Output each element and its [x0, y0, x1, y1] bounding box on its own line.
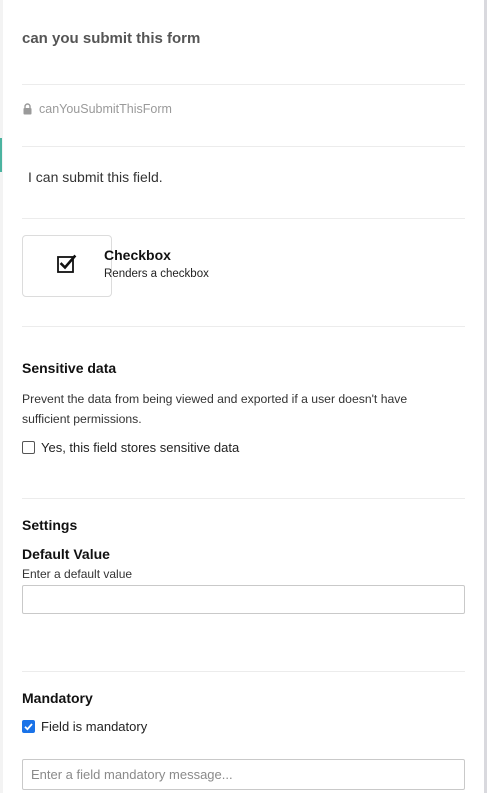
- sensitive-data-heading: Sensitive data: [22, 360, 117, 376]
- sensitive-data-checkbox-label: Yes, this field stores sensitive data: [41, 440, 240, 455]
- divider: [22, 218, 465, 219]
- divider: [22, 498, 465, 499]
- left-edge-accent: [0, 138, 2, 172]
- lock-icon: [22, 103, 33, 115]
- default-value-label: Default Value: [22, 546, 110, 562]
- divider: [22, 671, 465, 672]
- mandatory-message-input[interactable]: [22, 759, 465, 790]
- field-key-row: canYouSubmitThisForm: [22, 102, 172, 116]
- settings-heading: Settings: [22, 517, 78, 533]
- field-type-name: Checkbox: [104, 247, 171, 263]
- field-label[interactable]: I can submit this field.: [28, 169, 163, 185]
- divider: [22, 146, 465, 147]
- checkmark-icon: [24, 723, 33, 731]
- checkbox-icon: [56, 253, 78, 280]
- default-value-input[interactable]: [22, 585, 465, 614]
- mandatory-heading: Mandatory: [22, 690, 93, 706]
- field-key: canYouSubmitThisForm: [39, 102, 172, 116]
- sensitive-data-description: Prevent the data from being viewed and e…: [22, 392, 408, 426]
- field-title: can you submit this form: [22, 30, 201, 47]
- mandatory-checkbox[interactable]: [22, 720, 35, 733]
- mandatory-checkbox-label: Field is mandatory: [41, 719, 148, 734]
- divider: [22, 326, 465, 327]
- field-type-card[interactable]: [22, 235, 112, 297]
- mandatory-option[interactable]: Field is mandatory: [22, 719, 147, 734]
- default-value-hint: Enter a default value: [22, 567, 133, 581]
- sensitive-data-checkbox[interactable]: [22, 441, 35, 454]
- divider: [22, 84, 465, 85]
- field-type-description: Renders a checkbox: [104, 268, 209, 280]
- left-edge-strip: [0, 0, 3, 793]
- sensitive-data-option[interactable]: Yes, this field stores sensitive data: [22, 440, 239, 455]
